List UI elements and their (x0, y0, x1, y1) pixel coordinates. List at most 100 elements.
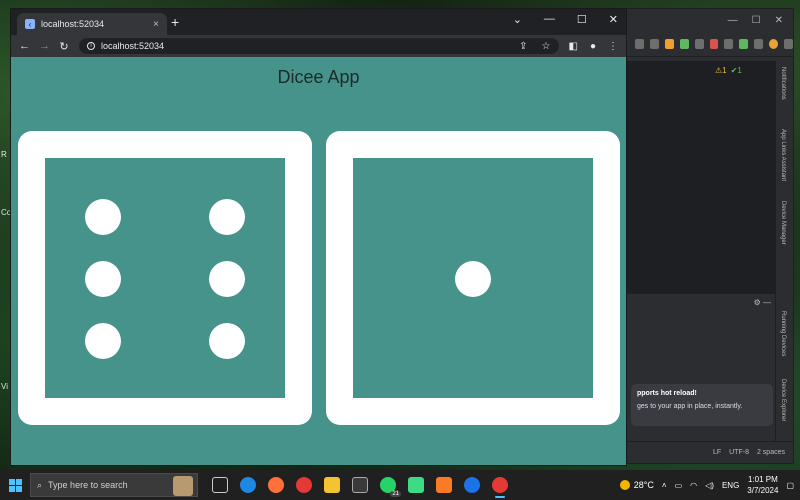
right-die-button[interactable] (326, 131, 620, 425)
battery-icon[interactable]: ▭ (675, 481, 683, 490)
sidebar-item-device-manager[interactable]: Device Manager (780, 201, 786, 245)
toolbar-icon[interactable] (649, 38, 659, 49)
maximize-icon[interactable]: ☐ (752, 15, 761, 26)
device-icon[interactable] (739, 38, 749, 49)
xampp-icon[interactable] (436, 477, 452, 493)
search-highlight-image (173, 476, 193, 496)
taskbar-apps: 21 (212, 477, 508, 498)
sidebar-item-app-links[interactable]: App Links Assistant (780, 129, 786, 181)
side-panel-icon[interactable]: ◧ (569, 41, 578, 52)
forward-icon[interactable]: → (39, 40, 50, 52)
sidebar-item-device-explorer[interactable]: Device Explorer (780, 379, 786, 421)
toolbar-icon[interactable] (694, 38, 704, 49)
search-icon[interactable] (754, 38, 764, 49)
ide-toolbar (615, 31, 793, 57)
die-face (45, 158, 285, 398)
die-pip (209, 199, 245, 235)
notification-body: ges to your app in place, instantly. (637, 403, 743, 410)
die-pip (209, 323, 245, 359)
toolbar-icon[interactable] (724, 38, 734, 49)
sidebar-item-notifications[interactable]: Notifications (780, 67, 786, 100)
inspection-widget[interactable]: ⚠1 ✔1 (715, 66, 742, 75)
desktop-label: R (1, 150, 7, 159)
notification-icon[interactable]: ▢ (786, 481, 794, 490)
url-bar[interactable]: i localhost:52034 ⇪ ☆ (79, 38, 559, 54)
clock-time: 1:01 PM (747, 475, 778, 484)
windows-icon (8, 478, 22, 492)
bookmark-star-icon[interactable]: ☆ (542, 41, 551, 52)
app-title: Dicee App (277, 66, 360, 87)
die-pip (85, 199, 121, 235)
hot-reload-icon[interactable] (664, 38, 674, 49)
edge-icon[interactable] (240, 477, 256, 493)
clock[interactable]: 1:01 PM 3/7/2024 (747, 474, 778, 496)
search-icon: ⌕ (37, 479, 43, 490)
left-die-button[interactable] (18, 131, 312, 425)
app-icon[interactable] (464, 477, 480, 493)
search-placeholder: Type here to search (48, 480, 128, 490)
notification-title: pports hot reload! (637, 390, 697, 397)
sun-icon (619, 480, 630, 490)
chevron-up-icon[interactable]: ˄ (662, 481, 667, 490)
reload-icon[interactable]: ↻ (59, 40, 69, 53)
chevron-down-icon[interactable]: ⌄ (513, 13, 522, 26)
hot-reload-notification[interactable]: pports hot reload! ges to your app in pl… (631, 384, 773, 426)
chrome-icon[interactable] (296, 477, 312, 493)
tab-title: localhost:52034 (41, 19, 105, 29)
stop-icon[interactable] (709, 38, 719, 49)
firefox-icon[interactable] (268, 477, 284, 493)
ide-right-sidebar: Notifications App Links Assistant Device… (775, 61, 793, 441)
flutter-favicon-icon: ‹ (25, 19, 35, 29)
maximize-icon[interactable]: ☐ (577, 13, 587, 26)
browser-tab[interactable]: ‹ localhost:52034 × (17, 13, 167, 35)
clock-date: 3/7/2024 (747, 486, 779, 495)
settings-icon[interactable] (784, 38, 793, 49)
profile-icon[interactable]: ● (590, 41, 596, 52)
die-pip (85, 261, 121, 297)
close-tab-icon[interactable]: × (153, 19, 159, 30)
tab-strip: ‹ localhost:52034 × + ⌄ — ☐ ✕ (11, 9, 626, 35)
update-icon[interactable] (769, 38, 779, 49)
whatsapp-icon[interactable]: 21 (380, 477, 401, 497)
language-indicator[interactable]: ENG (722, 481, 739, 490)
warnings-count: ⚠1 (715, 66, 727, 75)
close-icon[interactable]: ✕ (609, 13, 618, 26)
close-icon[interactable]: ✕ (775, 15, 783, 26)
chrome-active-icon[interactable] (492, 477, 508, 498)
file-explorer-icon[interactable] (324, 477, 340, 493)
die-pip (85, 323, 121, 359)
desktop-label: Vi (1, 382, 8, 391)
checks-count: ✔1 (730, 66, 742, 75)
wifi-icon[interactable]: ◠ (690, 481, 697, 490)
weather-widget[interactable]: 28°C (619, 480, 654, 490)
system-tray: 28°C ˄ ▭ ◠ ◁) ENG 1:01 PM 3/7/2024 ▢ (619, 474, 800, 496)
die-face (353, 158, 593, 398)
run-icon[interactable] (679, 38, 689, 49)
ide-editor[interactable] (627, 61, 777, 293)
minimize-icon[interactable]: — (728, 15, 738, 26)
ide-statusbar: LF UTF-8 2 spaces (615, 441, 793, 463)
start-button[interactable] (0, 470, 30, 500)
gear-icon[interactable]: ⚙ — (754, 298, 771, 307)
indent[interactable]: 2 spaces (757, 449, 785, 456)
encoding[interactable]: UTF-8 (729, 449, 749, 456)
taskbar-search[interactable]: ⌕ Type here to search (30, 473, 198, 497)
new-tab-button[interactable]: + (171, 14, 179, 30)
info-icon[interactable]: i (87, 42, 95, 50)
browser-window: ‹ localhost:52034 × + ⌄ — ☐ ✕ ← → ↻ i lo… (10, 8, 627, 466)
url-text: localhost:52034 (101, 41, 165, 51)
volume-icon[interactable]: ◁) (705, 481, 714, 490)
store-icon[interactable] (352, 477, 368, 493)
android-studio-icon[interactable] (408, 477, 424, 493)
share-icon[interactable]: ⇪ (519, 41, 527, 52)
menu-icon[interactable]: ⋮ (608, 41, 618, 52)
die-pip (209, 261, 245, 297)
toolbar-icon[interactable] (635, 38, 644, 49)
whatsapp-badge: 21 (390, 491, 401, 497)
task-view-icon[interactable] (212, 477, 228, 493)
minimize-icon[interactable]: — (544, 13, 555, 26)
address-toolbar: ← → ↻ i localhost:52034 ⇪ ☆ ◧ ● ⋮ (11, 35, 626, 57)
back-icon[interactable]: ← (19, 40, 30, 52)
sidebar-item-running-devices[interactable]: Running Devices (780, 311, 786, 356)
line-separator[interactable]: LF (713, 449, 721, 456)
